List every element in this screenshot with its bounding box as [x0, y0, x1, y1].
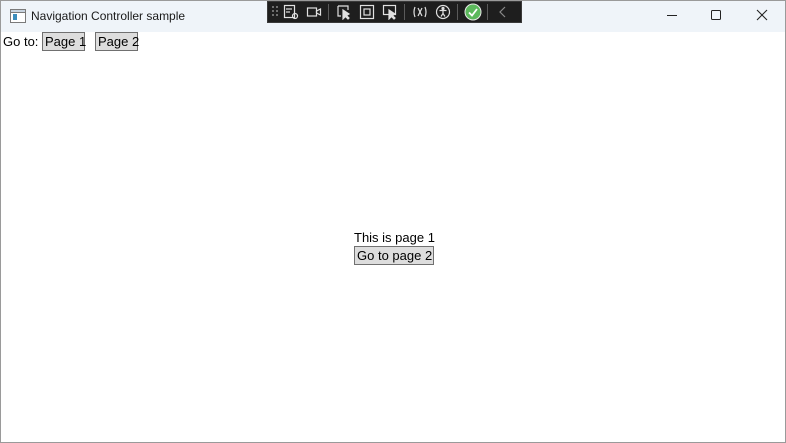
go-to-page2-button[interactable]: Go to page 2 — [354, 246, 434, 265]
page-content-text: This is page 1 — [354, 230, 435, 245]
video-record-icon[interactable] — [303, 2, 325, 22]
maximize-button[interactable] — [693, 1, 739, 32]
toolbar-grip-icon[interactable] — [271, 5, 279, 19]
toolbar-separator — [457, 4, 458, 20]
minimize-button[interactable] — [649, 1, 695, 32]
track-focused-element-icon[interactable] — [379, 2, 401, 22]
app-window-icon — [10, 9, 26, 23]
minimize-icon — [666, 8, 678, 26]
live-visual-tree-icon[interactable] — [280, 2, 302, 22]
close-icon — [756, 8, 768, 26]
toolbar-separator — [404, 4, 405, 20]
toolbar-separator — [328, 4, 329, 20]
page1-button[interactable]: Page 1 — [42, 32, 86, 51]
accessibility-icon[interactable] — [432, 2, 454, 22]
binding-success-icon[interactable] — [462, 2, 484, 22]
hot-reload-icon[interactable] — [409, 2, 431, 22]
close-button[interactable] — [739, 1, 785, 32]
page2-button[interactable]: Page 2 — [95, 32, 139, 51]
toolbar-separator — [487, 4, 488, 20]
app-window: Navigation Controller sample Go to: Page… — [0, 0, 786, 443]
goto-label: Go to: — [3, 34, 39, 49]
window-title: Navigation Controller sample — [31, 9, 186, 23]
display-layout-adorners-icon[interactable] — [356, 2, 378, 22]
maximize-icon — [710, 8, 722, 26]
xaml-debug-toolbar — [267, 1, 522, 23]
select-element-icon[interactable] — [333, 2, 355, 22]
collapse-chevron-icon[interactable] — [492, 2, 514, 22]
